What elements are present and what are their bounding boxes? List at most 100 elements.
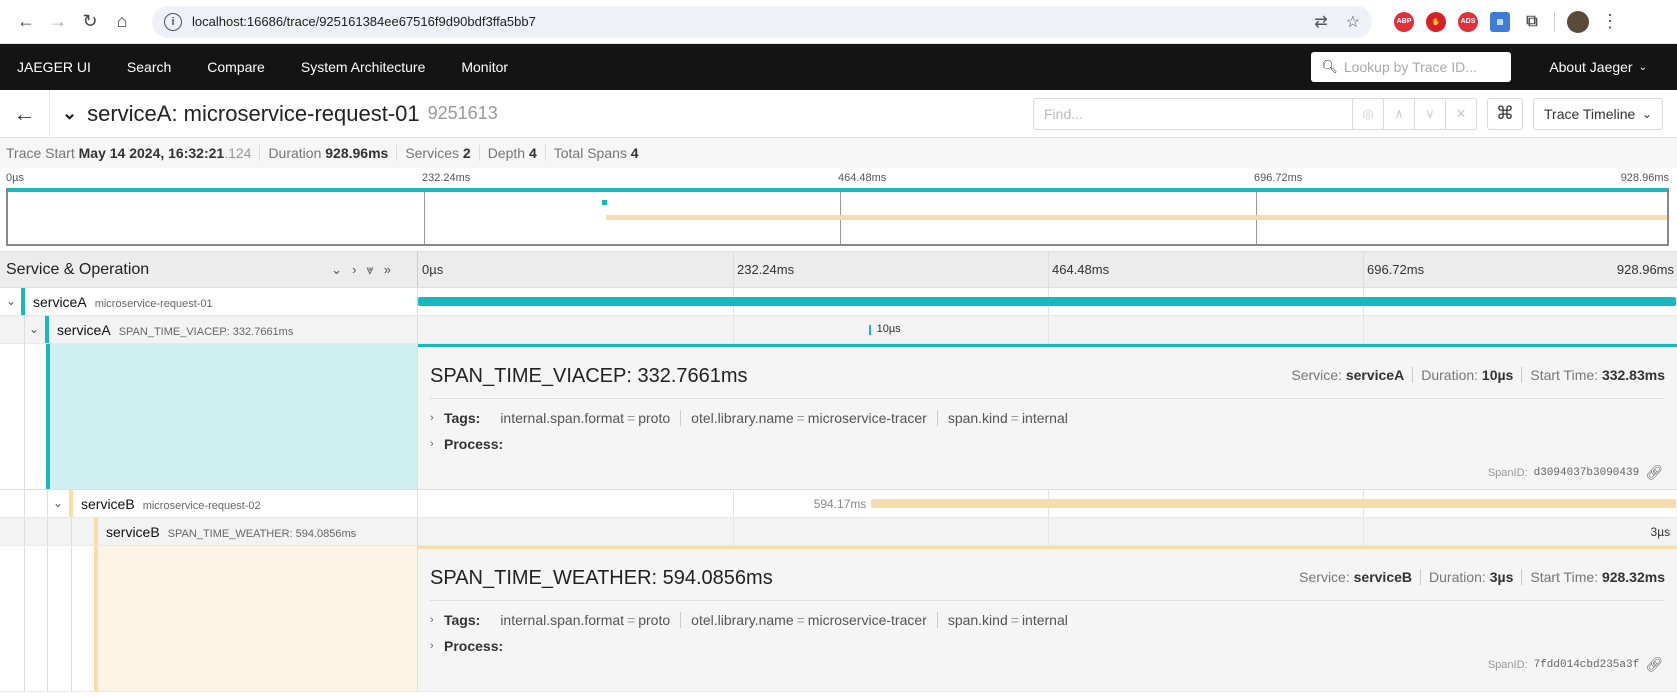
tag-key: internal.span.format: [500, 612, 625, 628]
span-duration-label: 10µs: [876, 323, 901, 335]
collapse-one-icon[interactable]: ⌄: [331, 262, 342, 278]
ads-extension-icon[interactable]: ADS: [1458, 11, 1478, 32]
collapse-all-icon[interactable]: ⩔: [366, 262, 373, 278]
browser-menu-icon[interactable]: ⋮: [1601, 11, 1619, 32]
detail-service-label: Service:: [1291, 367, 1342, 383]
tag-value: internal: [1021, 410, 1068, 426]
span-row[interactable]: ⌄ serviceB microservice-request-02 594.17…: [0, 490, 1677, 518]
chevron-right-icon[interactable]: ›: [430, 412, 436, 424]
bookmark-star-icon[interactable]: ☆: [1346, 12, 1360, 32]
find-prev-icon[interactable]: ∧: [1384, 97, 1415, 130]
adblock-extension-icon[interactable]: ABP: [1394, 11, 1414, 32]
tree-guide: [24, 344, 25, 489]
span-timeline-cell[interactable]: 3µs: [418, 518, 1677, 545]
span-row[interactable]: serviceB SPAN_TIME_WEATHER: 594.0856ms 3µ…: [0, 518, 1677, 546]
expand-one-icon[interactable]: ›: [352, 262, 356, 278]
find-input[interactable]: Find...: [1033, 97, 1353, 130]
url-text[interactable]: localhost:16686/trace/925161384ee67516f9…: [192, 14, 536, 29]
about-jaeger-menu[interactable]: About Jaeger ⌄: [1549, 59, 1647, 75]
find-next-icon[interactable]: ∨: [1415, 97, 1446, 130]
span-timeline-cell[interactable]: 594.17ms: [418, 490, 1677, 517]
span-name-cell[interactable]: ⌄ serviceA microservice-request-01: [0, 288, 418, 315]
gridline: [1048, 316, 1049, 343]
depth-value: 4: [528, 145, 537, 161]
sheet-extension-icon[interactable]: ▤: [1490, 11, 1510, 32]
find-clear-icon[interactable]: ✕: [1446, 97, 1477, 130]
span-detail-gutter: [0, 546, 418, 691]
keyboard-shortcuts-icon[interactable]: ⌘: [1487, 97, 1523, 130]
expand-all-icon[interactable]: »: [384, 262, 391, 278]
detail-start-label: Start Time:: [1530, 569, 1599, 585]
lookup-placeholder: Lookup by Trace ID...: [1343, 59, 1477, 75]
service-name: serviceA: [57, 321, 111, 338]
translate-icon[interactable]: ⇄: [1314, 12, 1327, 32]
trace-services: Services 2: [397, 145, 480, 161]
collapse-chevron-icon[interactable]: ⌄: [62, 103, 77, 124]
view-type-select[interactable]: Trace Timeline ⌄: [1533, 97, 1663, 130]
timeline-ruler[interactable]: 0µs 232.24ms 464.48ms 696.72ms 928.96ms: [418, 252, 1677, 287]
tag-key: span.kind: [947, 612, 1008, 628]
nav-search[interactable]: Search: [109, 44, 189, 90]
span-timeline-cell[interactable]: 10µs: [418, 316, 1677, 343]
profile-avatar[interactable]: [1567, 10, 1589, 33]
site-info-icon[interactable]: i: [164, 12, 182, 31]
chevron-right-icon[interactable]: ›: [430, 438, 436, 450]
link-icon[interactable]: 🔗︎: [1645, 464, 1663, 481]
span-detail-row: SPAN_TIME_VIACEP: 332.7661ms Service: se…: [0, 344, 1677, 490]
tags-section[interactable]: › Tags: internal.span.format = proto otel.…: [430, 607, 1665, 633]
span-duration-label: 3µs: [1650, 525, 1671, 539]
chevron-right-icon[interactable]: ›: [430, 640, 436, 652]
trace-short-id: 9251613: [427, 103, 498, 123]
chevron-down-icon[interactable]: ⌄: [29, 322, 39, 336]
process-section[interactable]: › Process:: [430, 431, 1665, 457]
service-color-bar: [45, 316, 49, 343]
chevron-right-icon[interactable]: ›: [430, 614, 436, 626]
span-bar[interactable]: [871, 499, 1676, 508]
span-bar[interactable]: [868, 325, 871, 335]
tag-item: otel.library.name = microservice-tracer: [681, 410, 938, 426]
span-detail-highlight: [94, 546, 417, 691]
minimap-gridline: [424, 188, 425, 244]
back-arrow-icon[interactable]: ←: [10, 6, 42, 38]
nav-system-architecture[interactable]: System Architecture: [283, 44, 444, 90]
operation-name: SPAN_TIME_VIACEP: 332.7661ms: [118, 325, 294, 338]
nav-compare[interactable]: Compare: [189, 44, 283, 90]
span-name-cell[interactable]: ⌄ serviceB microservice-request-02: [0, 490, 418, 517]
span-name-cell[interactable]: ⌄ serviceA SPAN_TIME_VIACEP: 332.7661ms: [0, 316, 418, 343]
span-id-label: SpanID:: [1487, 466, 1528, 479]
span-name-cell[interactable]: serviceB SPAN_TIME_WEATHER: 594.0856ms: [0, 518, 418, 545]
brand-link[interactable]: JAEGER UI: [0, 44, 109, 90]
span-bar[interactable]: [418, 297, 1676, 306]
span-detail-meta: Service: serviceA Duration: 10µs Start T…: [1283, 367, 1665, 383]
span-rows: ⌄ serviceA microservice-request-01 ⌄ serv…: [0, 288, 1677, 692]
trace-id-lookup-input[interactable]: 🔍︎ Lookup by Trace ID...: [1311, 52, 1512, 82]
trace-title[interactable]: ⌄ serviceA: microservice-request-01 9251…: [62, 101, 498, 127]
address-bar[interactable]: i localhost:16686/trace/925161384ee67516…: [152, 5, 1372, 38]
duration-value: 928.96ms: [325, 145, 389, 161]
find-target-icon[interactable]: ◎: [1353, 97, 1384, 130]
extensions-puzzle-icon[interactable]: ⧉: [1522, 11, 1542, 32]
reload-icon[interactable]: ↻: [74, 6, 106, 38]
chevron-down-icon[interactable]: ⌄: [53, 496, 63, 510]
service-color-bar: [21, 288, 25, 315]
span-timeline-cell[interactable]: [418, 288, 1677, 315]
span-row[interactable]: ⌄ serviceA SPAN_TIME_VIACEP: 332.7661ms 1…: [0, 316, 1677, 344]
span-row[interactable]: ⌄ serviceA microservice-request-01: [0, 288, 1677, 316]
process-label: Process:: [444, 638, 504, 654]
gridline: [1363, 316, 1364, 343]
tags-section[interactable]: › Tags: internal.span.format = proto otel.…: [430, 405, 1665, 431]
nav-monitor[interactable]: Monitor: [443, 44, 526, 90]
trace-minimap[interactable]: 0µs 232.24ms 464.48ms 696.72ms 928.96ms: [0, 168, 1677, 252]
forward-arrow-icon[interactable]: →: [42, 6, 74, 38]
back-to-search-icon[interactable]: ←: [0, 89, 50, 138]
span-label: serviceA SPAN_TIME_VIACEP: 332.7661ms: [57, 322, 293, 338]
minimap-viewport[interactable]: [6, 188, 1669, 246]
gridline: [733, 518, 734, 545]
process-section[interactable]: › Process:: [430, 633, 1665, 659]
ublock-extension-icon[interactable]: ✋: [1426, 11, 1446, 32]
chevron-down-icon[interactable]: ⌄: [6, 294, 16, 308]
trace-summary: Trace Start May 14 2024, 16:32:21.124 Du…: [0, 138, 1677, 168]
home-icon[interactable]: ⌂: [106, 6, 138, 38]
link-icon[interactable]: 🔗︎: [1645, 656, 1663, 673]
service-operation-header[interactable]: Service & Operation ⌄ › ⩔ »: [0, 252, 418, 287]
